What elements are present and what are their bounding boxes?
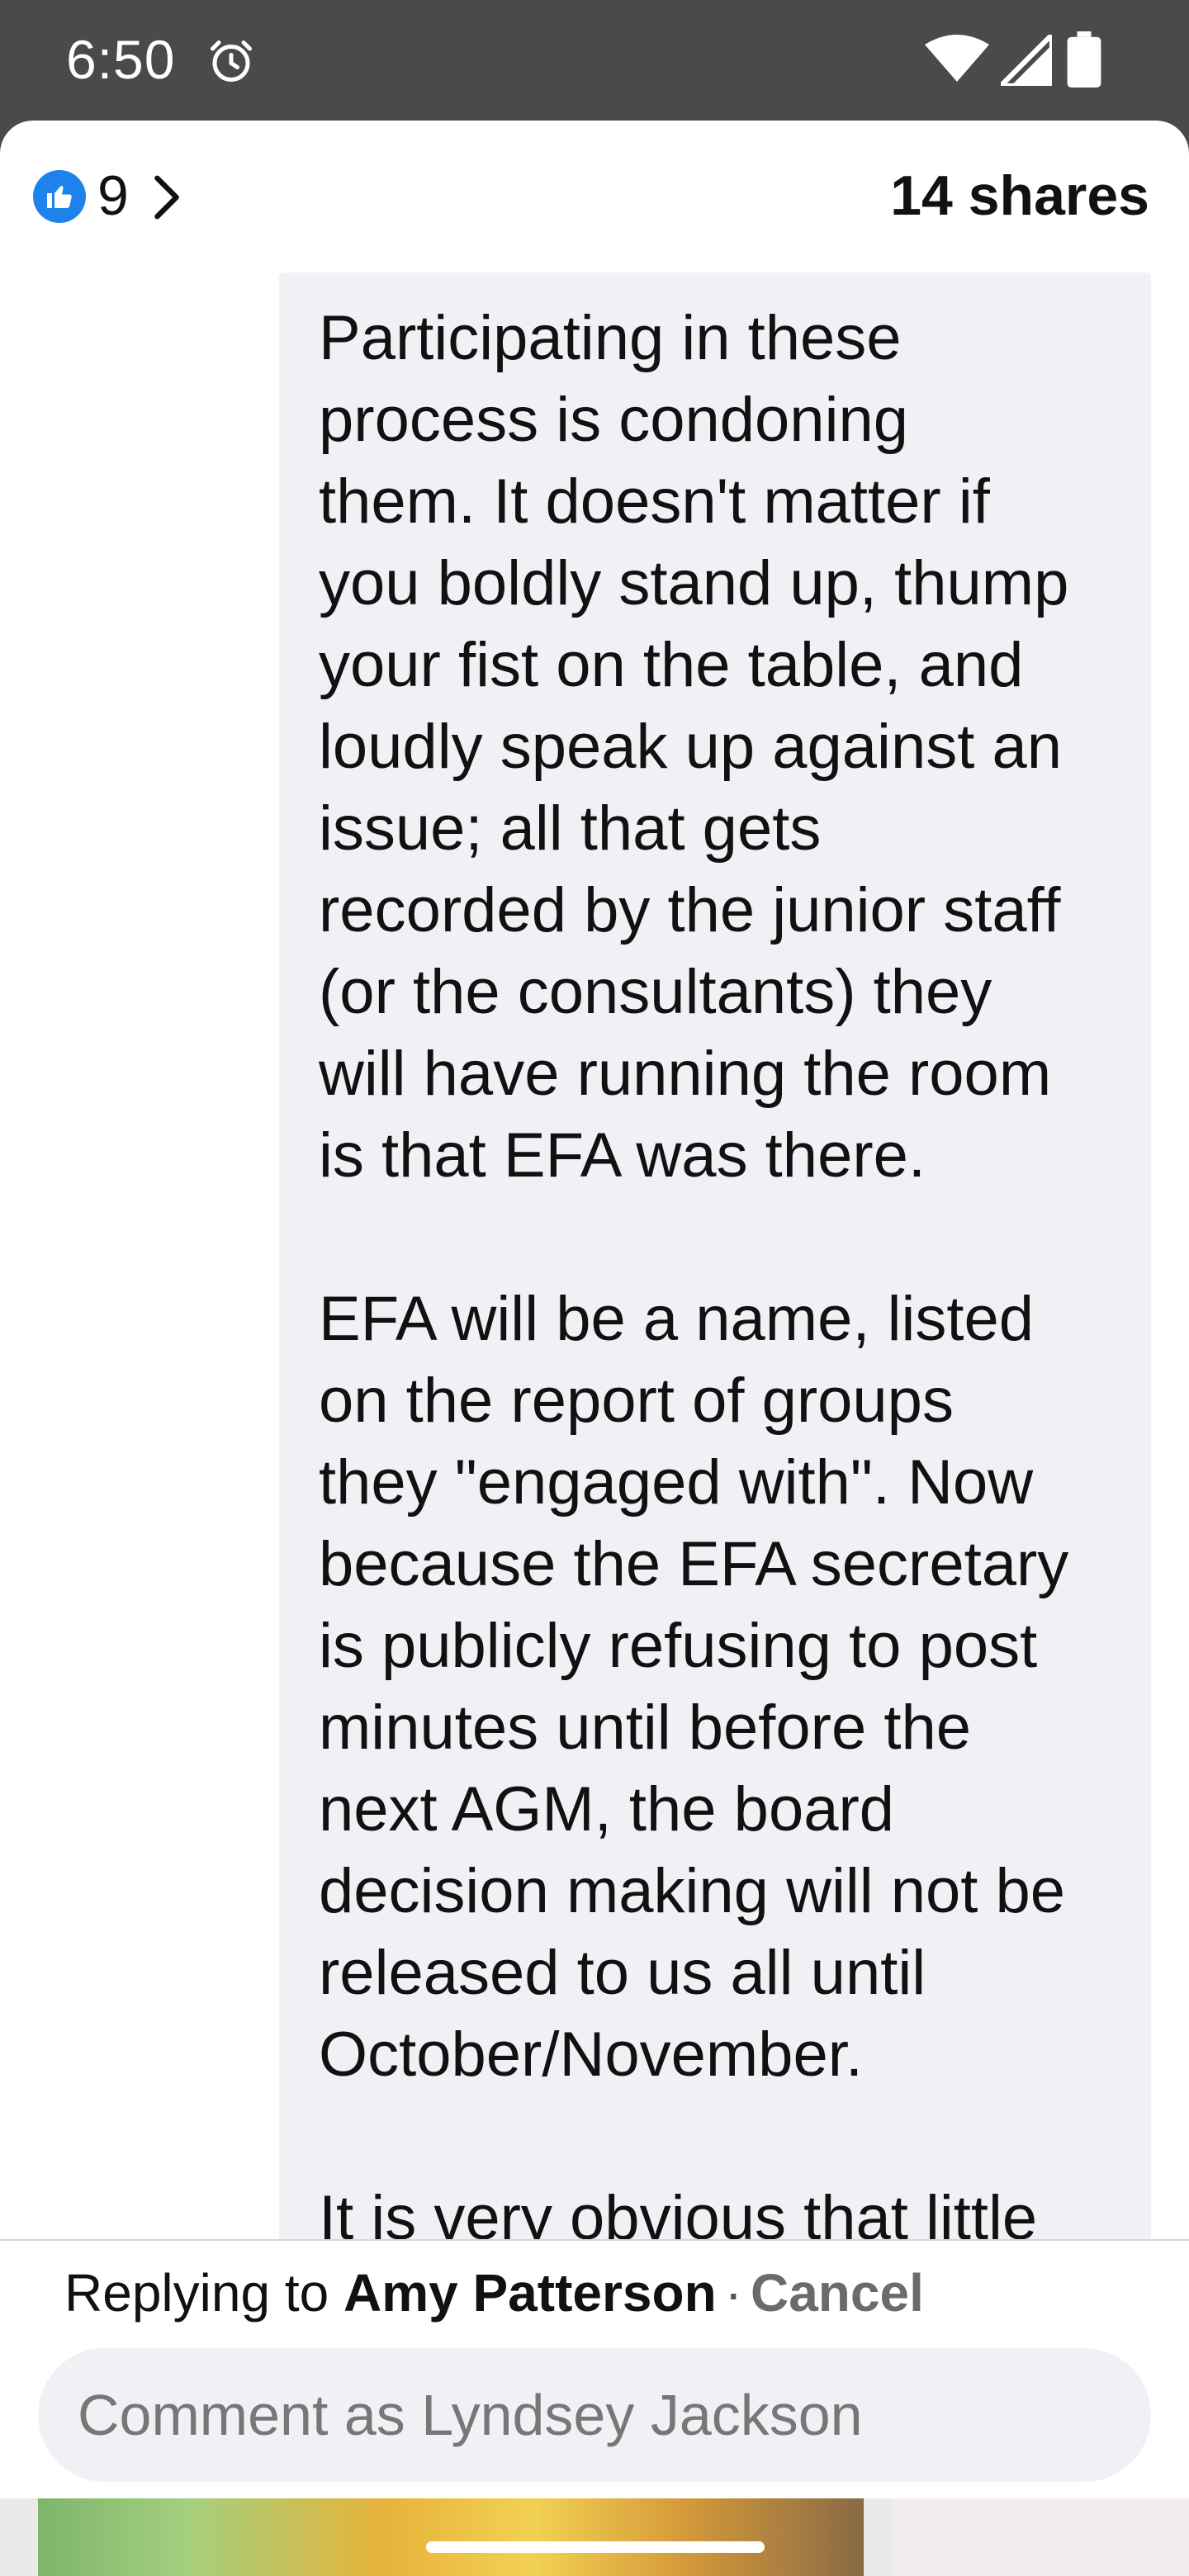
reply-target-name: Amy Patterson (343, 2263, 717, 2323)
background-photo-secondary (892, 2498, 1189, 2576)
background-photo (38, 2498, 864, 2576)
comment-text: Participating in these process is condon… (319, 303, 1069, 2253)
background-photo-strip (0, 2498, 1189, 2576)
reply-separator: · (724, 2263, 742, 2323)
signal-icon (1001, 35, 1052, 86)
thumbs-up-icon[interactable] (33, 170, 86, 223)
replying-to-label: Replying to Amy Patterson · Cancel (64, 2262, 924, 2323)
reactions-header: 9 14 shares (0, 121, 1189, 269)
chevron-right-icon[interactable] (149, 173, 185, 221)
comment-input[interactable] (38, 2348, 1151, 2482)
comment-bubble: Participating in these process is condon… (279, 272, 1151, 2386)
alarm-icon (211, 40, 252, 82)
home-indicator[interactable] (426, 2541, 765, 2553)
wifi-icon (925, 35, 989, 82)
reaction-count[interactable]: 9 (97, 163, 129, 228)
status-time: 6:50 (66, 29, 176, 90)
comment-sheet: 9 14 shares Participating in these proce… (0, 121, 1189, 2498)
replying-prefix: Replying to (64, 2263, 329, 2323)
status-bar: 6:50 (0, 0, 1189, 121)
battery-icon (1067, 31, 1101, 88)
shares-count[interactable]: 14 shares (890, 163, 1149, 228)
cancel-reply-button[interactable]: Cancel (751, 2263, 924, 2323)
reply-panel: Replying to Amy Patterson · Cancel (0, 2239, 1189, 2498)
